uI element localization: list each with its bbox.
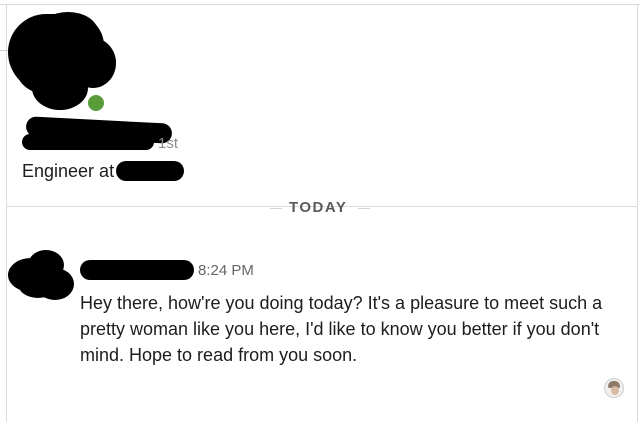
company-redaction <box>116 161 184 181</box>
avatar-redaction <box>18 270 58 298</box>
seen-avatar-face <box>611 386 619 395</box>
divider-tick <box>0 50 8 51</box>
date-separator: TODAY <box>0 199 640 217</box>
sender-avatar[interactable] <box>8 250 74 300</box>
date-line-left <box>270 208 282 209</box>
date-separator-label: TODAY <box>289 199 348 216</box>
message-timestamp: 8:24 PM <box>198 262 254 279</box>
name-redaction <box>22 134 154 150</box>
company-link[interactable] <box>116 161 184 183</box>
online-status-icon <box>86 93 106 113</box>
seen-avatar-icon <box>604 378 624 398</box>
date-line-right <box>358 208 370 209</box>
message-text: Hey there, how're you doing today? It's … <box>80 293 603 365</box>
avatar-redaction <box>16 42 76 94</box>
profile-headline: Engineer at <box>22 161 115 181</box>
top-border <box>0 4 640 5</box>
connection-degree-badge: 1st <box>158 135 179 152</box>
sender-name-redaction <box>80 260 194 280</box>
sender-name[interactable] <box>80 258 200 282</box>
profile-name[interactable] <box>22 116 222 158</box>
conversation-pane: 1st Engineer at TODAY 8:24 PM Hey there,… <box>0 0 640 422</box>
